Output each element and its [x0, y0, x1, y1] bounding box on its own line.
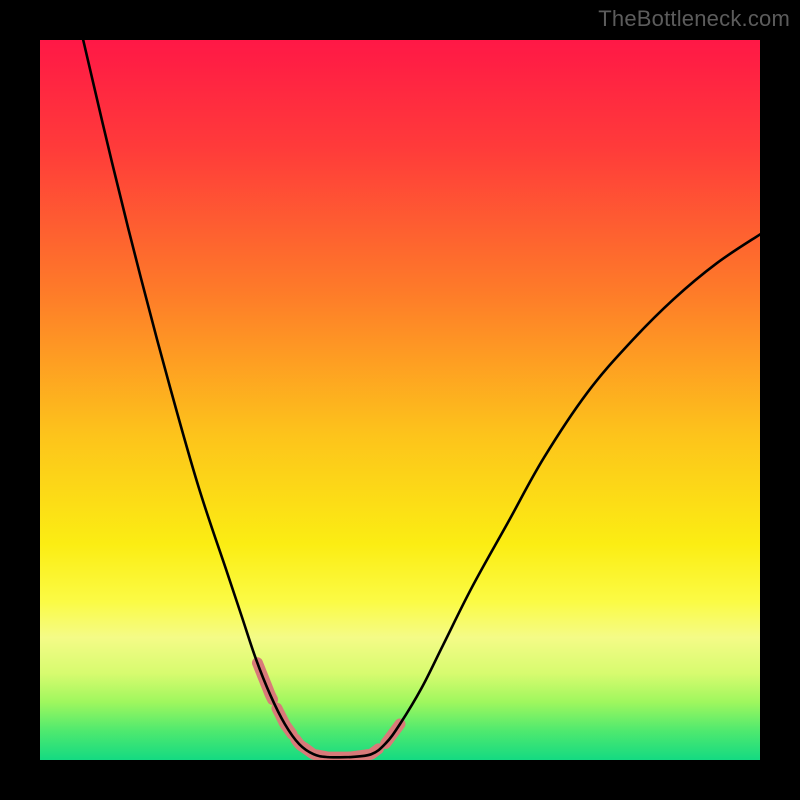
watermark-text: TheBottleneck.com	[598, 6, 790, 32]
gradient-background	[40, 40, 760, 760]
plot-area	[40, 40, 760, 760]
chart-frame: TheBottleneck.com	[0, 0, 800, 800]
